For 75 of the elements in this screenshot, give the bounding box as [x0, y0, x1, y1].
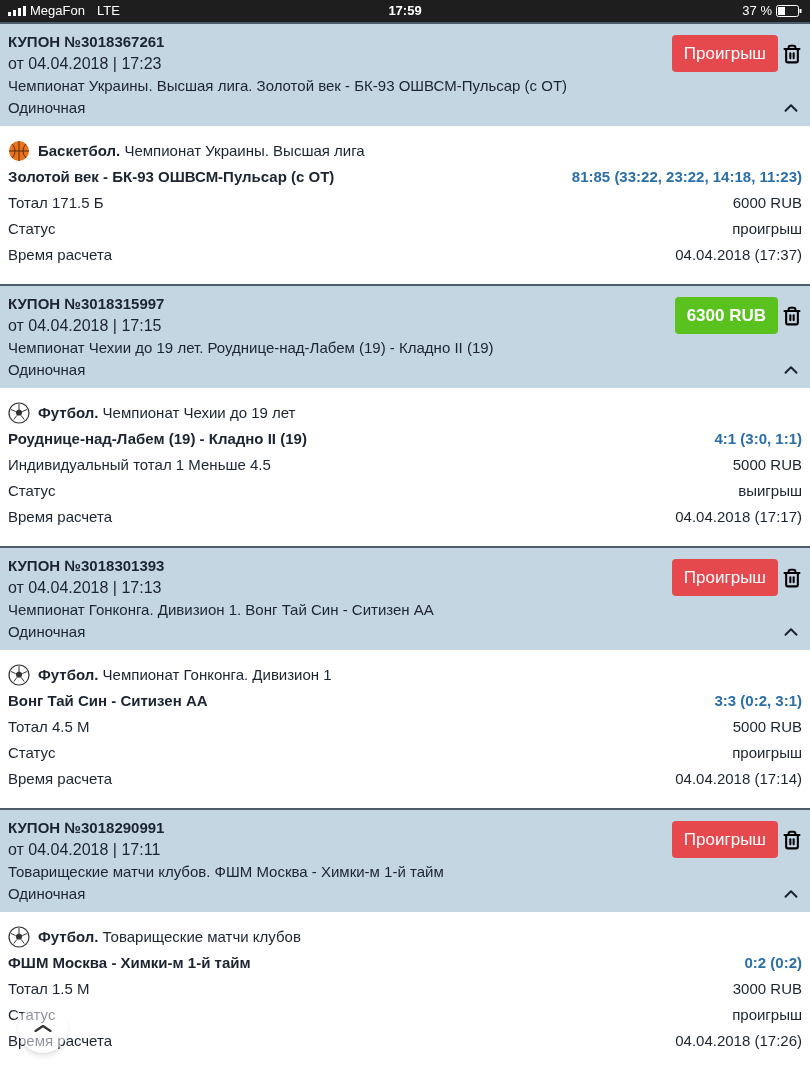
coupon-date: от 04.04.2018 | 17:15 — [8, 316, 163, 336]
coupon-header[interactable]: КУПОН №3018315997 от 04.04.2018 | 17:15 Чемпионат Чехии до 19 лет. Роуднице-над-Лабем (19) - Кладно II (19) Одиночная 6300 RUB — [0, 284, 810, 388]
soccer-ball-icon — [8, 664, 30, 686]
basketball-icon — [8, 140, 30, 162]
match-name: Роуднице-над-Лабем (19) - Кладно II (19) — [8, 428, 307, 449]
bet-description: Тотал 171.5 Б — [8, 192, 104, 213]
battery-icon — [776, 5, 802, 17]
status-label: Статус — [8, 742, 56, 763]
signal-icon — [8, 6, 26, 16]
trash-icon[interactable] — [782, 43, 802, 64]
stake-amount: 3000 RUB — [732, 978, 802, 999]
bet-type: Одиночная — [8, 360, 87, 380]
coupon-header[interactable]: КУПОН №3018290991 от 04.04.2018 | 17:11 Товарищеские матчи клубов. ФШМ Москва - Химки-м 1-й тайм Одиночная Проигрыш — [0, 808, 810, 912]
chevron-up-icon — [34, 1024, 52, 1032]
event-name: Товарищеские матчи клубов. ФШМ Москва - Химки-м 1-й тайм — [8, 862, 444, 882]
result-badge: 6300 RUB — [674, 297, 778, 334]
carrier-name: MegaFon — [30, 2, 85, 21]
settlement-label: Время расчета — [8, 768, 112, 789]
stake-amount: 6000 RUB — [732, 192, 802, 213]
result-badge: Проигрыш — [671, 821, 778, 858]
network-type: LTE — [96, 2, 120, 21]
sport-league: Футбол. Товарищеские матчи клубов — [38, 926, 301, 947]
settlement-time: 04.04.2018 (17:26) — [675, 1030, 802, 1051]
settlement-time: 04.04.2018 (17:14) — [675, 768, 802, 789]
status-value: выигрыш — [738, 480, 802, 501]
coupon-date: от 04.04.2018 | 17:11 — [8, 840, 162, 860]
coupon-number: КУПОН №3018315997 — [8, 294, 166, 314]
coupon-header[interactable]: КУПОН №3018301393 от 04.04.2018 | 17:13 Чемпионат Гонконга. Дивизион 1. Вонг Тай Син - Ситизен АА Одиночная Проигрыш — [0, 546, 810, 650]
result-badge: Проигрыш — [671, 35, 778, 72]
match-name: Золотой век - БК-93 ОШВСМ-Пульсар (с ОТ) — [8, 166, 335, 187]
coupon-date: от 04.04.2018 | 17:13 — [8, 578, 163, 598]
settlement-label: Время расчета — [8, 1030, 112, 1051]
stake-amount: 5000 RUB — [732, 454, 802, 475]
bet-description: Тотал 4.5 М — [8, 716, 90, 737]
status-value: проигрыш — [732, 1004, 802, 1025]
sport-league: Баскетбол. Чемпионат Украины. Высшая лига — [38, 140, 365, 161]
coupon-number: КУПОН №3018301393 — [8, 556, 166, 576]
bet-type: Одиночная — [8, 98, 87, 118]
bet-description: Тотал 1.5 М — [8, 978, 90, 999]
bet-type: Одиночная — [8, 884, 87, 904]
settlement-time: 04.04.2018 (17:17) — [675, 506, 802, 527]
settlement-label: Время расчета — [8, 244, 112, 265]
coupon-header[interactable]: КУПОН №3018367261 от 04.04.2018 | 17:23 Чемпионат Украины. Высшая лига. Золотой век - БК-93 ОШВСМ-Пульсар (с ОТ) Одиночная Проигрыш — [0, 22, 810, 126]
match-score: 81:85 (33:22, 23:22, 14:18, 11:23) — [571, 166, 802, 187]
match-score: 0:2 (0:2) — [744, 952, 802, 973]
status-value: проигрыш — [732, 742, 802, 763]
sport-league: Футбол. Чемпионат Гонконга. Дивизион 1 — [38, 664, 332, 685]
match-name: ФШМ Москва - Химки-м 1-й тайм — [8, 952, 251, 973]
match-score: 4:1 (3:0, 1:1) — [714, 428, 802, 449]
settlement-time: 04.04.2018 (17:37) — [675, 244, 802, 265]
event-name: Чемпионат Украины. Высшая лига. Золотой век - БК-93 ОШВСМ-Пульсар (с ОТ) — [8, 76, 568, 96]
soccer-ball-icon — [8, 926, 30, 948]
status-value: проигрыш — [732, 218, 802, 239]
coupon-date: от 04.04.2018 | 17:23 — [8, 54, 163, 74]
settlement-label: Время расчета — [8, 506, 112, 527]
trash-icon[interactable] — [782, 829, 802, 850]
stake-amount: 5000 RUB — [732, 716, 802, 737]
clock: 17:59 — [388, 2, 422, 21]
status-label: Статус — [8, 480, 56, 501]
bet-description: Индивидуальный тотал 1 Меньше 4.5 — [8, 454, 271, 475]
coupon-number: КУПОН №3018367261 — [8, 32, 166, 52]
coupon-number: КУПОН №3018290991 — [8, 818, 166, 838]
result-badge: Проигрыш — [671, 559, 778, 596]
bet-type: Одиночная — [8, 622, 87, 642]
status-label: Статус — [8, 218, 56, 239]
soccer-ball-icon — [8, 402, 30, 424]
match-name: Вонг Тай Син - Ситизен АА — [8, 690, 208, 711]
sport-league: Футбол. Чемпионат Чехии до 19 лет — [38, 402, 296, 423]
trash-icon[interactable] — [782, 567, 802, 588]
event-name: Чемпионат Гонконга. Дивизион 1. Вонг Тай Син - Ситизен АА — [8, 600, 434, 620]
status-label: Статус — [8, 1004, 56, 1025]
battery-percent: 37 % — [742, 2, 772, 21]
event-name: Чемпионат Чехии до 19 лет. Роуднице-над-Лабем (19) - Кладно II (19) — [8, 338, 494, 358]
trash-icon[interactable] — [782, 305, 802, 326]
match-score: 3:3 (0:2, 3:1) — [714, 690, 802, 711]
